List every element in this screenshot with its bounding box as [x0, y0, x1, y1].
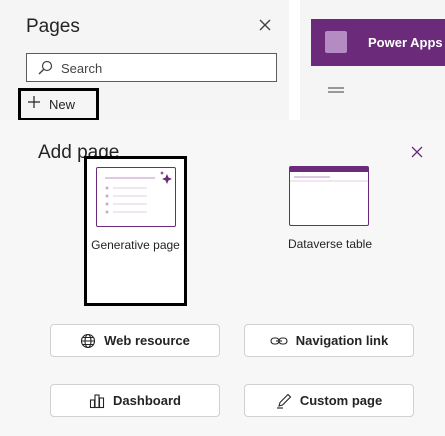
new-button[interactable]: New	[18, 88, 99, 121]
generative-page-thumbnail	[96, 167, 176, 227]
hamburger-icon[interactable]	[328, 84, 344, 102]
navigation-link-label: Navigation link	[295, 333, 389, 348]
pen-icon	[276, 393, 292, 409]
dashboard-button[interactable]: Dashboard	[50, 384, 220, 417]
dataverse-table-card[interactable]: Dataverse table	[240, 160, 420, 300]
dataverse-table-thumbnail	[289, 166, 369, 226]
app-title: Power Apps	[368, 35, 443, 50]
generative-page-label: Generative page	[91, 238, 180, 252]
web-resource-button[interactable]: Web resource	[50, 324, 220, 357]
search-input[interactable]	[61, 58, 261, 78]
divider	[289, 0, 300, 120]
add-page-panel: Add page Generative page Dataverse table…	[0, 120, 445, 436]
search-icon	[37, 60, 53, 81]
navigation-link-button[interactable]: Navigation link	[244, 324, 414, 357]
link-icon	[270, 333, 288, 349]
web-resource-label: Web resource	[104, 333, 190, 348]
globe-icon	[80, 333, 96, 349]
app-preview: Power Apps	[300, 0, 445, 120]
custom-page-button[interactable]: Custom page	[244, 384, 414, 417]
dashboard-label: Dashboard	[113, 393, 181, 408]
custom-page-label: Custom page	[299, 393, 383, 408]
close-icon[interactable]	[256, 16, 274, 34]
dashboard-icon	[89, 393, 105, 409]
search-field[interactable]	[26, 53, 277, 82]
plus-icon	[27, 95, 41, 114]
generative-page-card[interactable]: Generative page	[84, 156, 187, 306]
new-button-label: New	[49, 97, 76, 112]
app-logo	[325, 31, 347, 53]
app-header: Power Apps	[311, 19, 445, 66]
pages-title: Pages	[26, 16, 80, 37]
pages-panel: Pages New	[0, 0, 289, 121]
dataverse-table-label: Dataverse table	[287, 237, 373, 251]
